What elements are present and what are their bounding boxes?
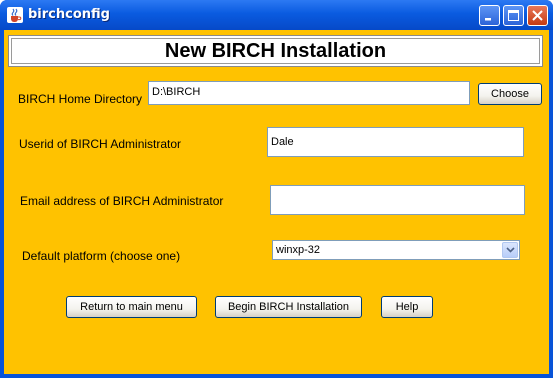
dropdown-arrow-button[interactable] [502, 242, 518, 258]
choose-button[interactable]: Choose [478, 83, 542, 105]
header-panel: New BIRCH Installation [8, 35, 543, 67]
home-dir-label: BIRCH Home Directory [18, 92, 143, 106]
platform-select-value: winxp-32 [276, 244, 321, 256]
app-window: birchconfig New BIRCH Installation BIRCH… [0, 0, 553, 378]
close-button[interactable] [527, 5, 548, 26]
home-dir-field[interactable]: D:\BIRCH [148, 81, 470, 105]
chevron-down-icon [505, 247, 515, 253]
minimize-button[interactable] [479, 5, 500, 26]
userid-label: Userid of BIRCH Administrator [19, 137, 182, 151]
maximize-button[interactable] [503, 5, 524, 26]
form-panel: New BIRCH Installation BIRCH Home Direct… [4, 30, 549, 374]
begin-installation-button[interactable]: Begin BIRCH Installation [215, 296, 362, 318]
platform-label: Default platform (choose one) [22, 249, 181, 263]
help-button[interactable]: Help [381, 296, 433, 318]
platform-select[interactable]: winxp-32 [272, 240, 520, 260]
return-main-menu-button[interactable]: Return to main menu [66, 296, 197, 318]
minimize-icon [485, 18, 491, 21]
window-title: birchconfig [28, 7, 110, 22]
java-cup-icon [7, 7, 23, 23]
email-field[interactable] [270, 185, 525, 215]
page-title: New BIRCH Installation [164, 39, 387, 62]
close-icon [532, 10, 543, 21]
userid-field[interactable]: Dale [267, 127, 524, 157]
maximize-icon [508, 10, 519, 21]
email-label: Email address of BIRCH Administrator [20, 194, 224, 208]
title-bar[interactable]: birchconfig [0, 0, 553, 30]
